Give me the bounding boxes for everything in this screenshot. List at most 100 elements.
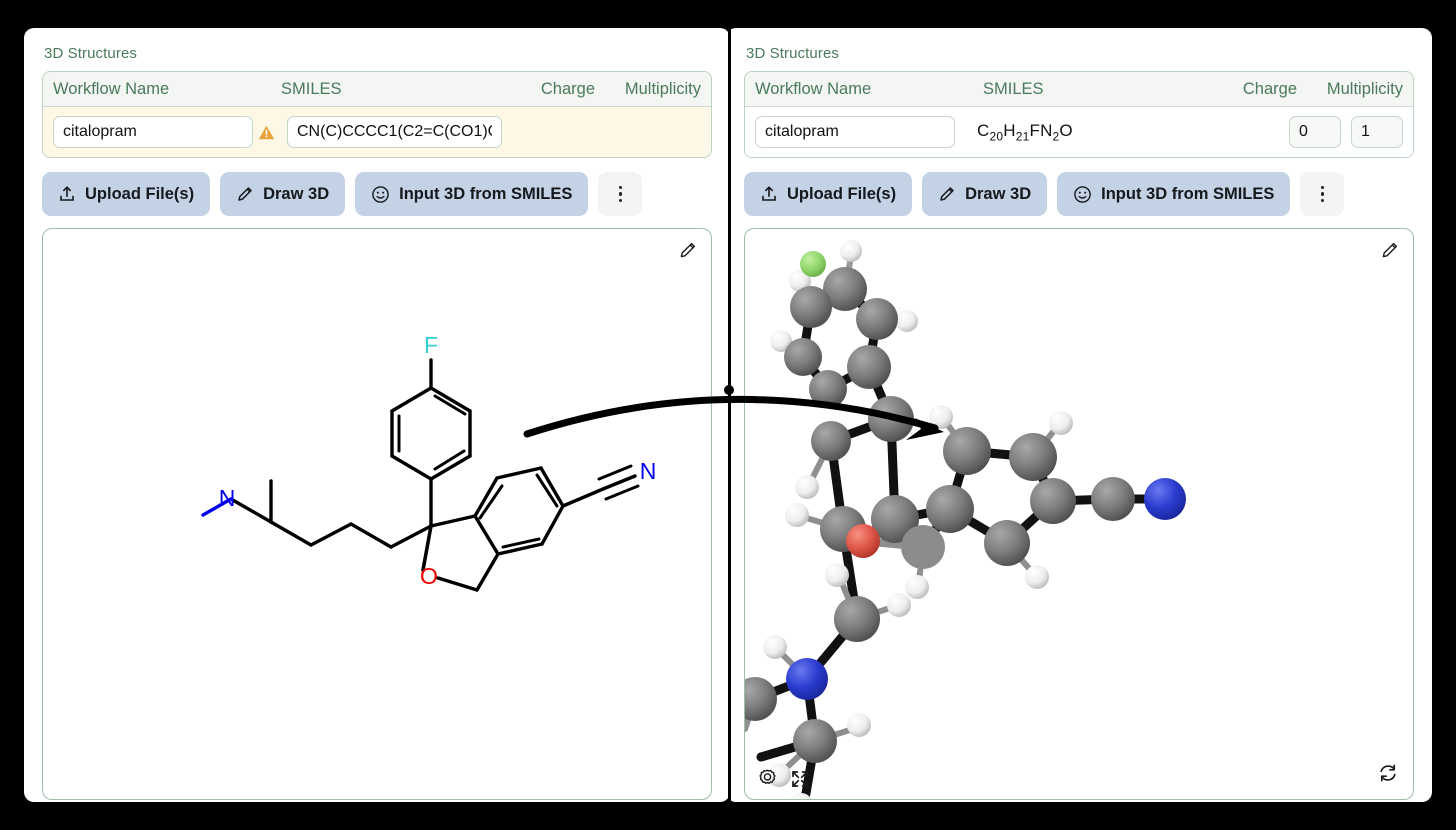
structure-viewer-3d[interactable] xyxy=(744,228,1414,800)
refresh-icon[interactable] xyxy=(1377,762,1399,789)
atom-nitrogen xyxy=(1144,478,1186,520)
workflow-name-input[interactable]: citalopram xyxy=(53,116,253,148)
structure-viewer-2d[interactable]: N F O N xyxy=(42,228,712,800)
atom-carbon xyxy=(1091,477,1135,521)
workflow-name-input[interactable]: citalopram xyxy=(755,116,955,148)
app-root: 3D Structures Workflow Name SMILES Charg… xyxy=(0,0,1456,830)
upload-icon xyxy=(58,185,76,203)
panel-right: 3D Structures Workflow Name SMILES Charg… xyxy=(726,28,1432,802)
atom-hydrogen xyxy=(847,713,871,737)
atom-hydrogen xyxy=(763,635,787,659)
input-3d-from-smiles-label: Input 3D from SMILES xyxy=(399,184,573,203)
col-header-workflow-name: Workflow Name xyxy=(755,79,872,98)
formula-subscript: 20 xyxy=(989,129,1004,144)
kebab-dot xyxy=(618,192,623,196)
input-3d-from-smiles-label: Input 3D from SMILES xyxy=(1101,184,1275,203)
panel-right-title: 3D Structures xyxy=(746,45,839,62)
charge-input[interactable]: 0 xyxy=(1289,116,1341,148)
panel-left: 3D Structures Workflow Name SMILES Charg… xyxy=(24,28,730,802)
kebab-dot xyxy=(1320,192,1325,196)
atom-carbon xyxy=(811,421,851,461)
atom-carbon xyxy=(745,677,777,721)
formula-element: O xyxy=(1059,120,1073,140)
atom-carbon xyxy=(809,370,847,408)
formula-element: C xyxy=(977,120,990,140)
draw-3d-label: Draw 3D xyxy=(263,184,330,203)
formula-element: N xyxy=(1040,120,1053,140)
atom-carbon xyxy=(926,485,974,533)
gear-icon[interactable] xyxy=(757,768,778,789)
formula-subscript: 21 xyxy=(1015,129,1030,144)
atom-carbon xyxy=(1030,478,1076,524)
workflow-name-value: citalopram xyxy=(63,123,137,140)
draw-3d-label: Draw 3D xyxy=(965,184,1032,203)
viewer-tools xyxy=(757,768,810,789)
upload-files-button[interactable]: Upload File(s) xyxy=(42,172,211,216)
upload-files-label: Upload File(s) xyxy=(85,184,195,203)
col-header-charge: Charge xyxy=(1242,79,1297,98)
smiley-face-icon xyxy=(1073,185,1092,204)
more-options-button[interactable] xyxy=(1300,172,1345,216)
multiplicity-value: 1 xyxy=(1361,123,1370,140)
upload-icon xyxy=(760,185,778,203)
structures-table-left: Workflow Name SMILES Charge Multiplicity… xyxy=(42,71,712,158)
atom-hydrogen xyxy=(795,475,819,499)
atom-carbon xyxy=(784,338,822,376)
multiplicity-input[interactable]: 1 xyxy=(1351,116,1403,148)
toolbar-right: Upload File(s) Draw 3D Input 3D from SMI… xyxy=(744,172,1414,216)
formula-element: H xyxy=(1003,120,1016,140)
kebab-dot xyxy=(618,198,623,203)
input-3d-from-smiles-button[interactable]: Input 3D from SMILES xyxy=(1057,172,1291,216)
workflow-name-value: citalopram xyxy=(765,123,839,140)
atom-hydrogen xyxy=(785,503,809,527)
col-header-smiles: SMILES xyxy=(281,79,342,98)
more-options-button[interactable] xyxy=(598,172,643,216)
kebab-dot xyxy=(1320,185,1325,190)
atom-carbon xyxy=(847,345,891,389)
table-row: citalopram CN(C)CCCC1(C2=C(CO1)C=C(C=C2)… xyxy=(43,107,711,157)
atom-hydrogen xyxy=(840,240,862,262)
molecule-2d-sketch: N F O N xyxy=(201,332,657,592)
table-header-row-right: Workflow Name SMILES Charge Multiplicity xyxy=(745,72,1413,107)
draw-3d-button[interactable]: Draw 3D xyxy=(220,172,346,216)
smiley-face-icon xyxy=(371,185,390,204)
input-3d-from-smiles-button[interactable]: Input 3D from SMILES xyxy=(355,172,589,216)
atom-hydrogen xyxy=(896,310,918,332)
smiles-value: CN(C)CCCC1(C2=C(CO1)C=C(C=C2)C#N)C3=CC=C… xyxy=(297,123,492,140)
vertical-black-divider xyxy=(728,0,731,830)
table-row: citalopram C20H21FN2O 0 1 xyxy=(745,107,1413,157)
expand-arrows-icon[interactable] xyxy=(790,769,810,789)
atom-carbon xyxy=(793,719,837,763)
upload-files-button[interactable]: Upload File(s) xyxy=(744,172,913,216)
kebab-dot xyxy=(618,185,623,190)
panel-left-title: 3D Structures xyxy=(44,45,137,62)
pencil-icon xyxy=(938,185,956,203)
atom-hydrogen xyxy=(929,405,953,429)
warning-triangle-icon xyxy=(253,124,279,141)
draw-3d-button[interactable]: Draw 3D xyxy=(922,172,1048,216)
upload-files-label: Upload File(s) xyxy=(787,184,897,203)
atom-hydrogen xyxy=(1025,565,1049,589)
atom-carbon xyxy=(790,286,832,328)
atom-oxygen xyxy=(846,524,880,558)
col-header-charge: Charge xyxy=(540,79,595,98)
atom-label-nitrile-n: N xyxy=(640,458,657,484)
charge-value: 0 xyxy=(1299,123,1308,140)
atom-hydrogen xyxy=(905,575,929,599)
col-header-multiplicity: Multiplicity xyxy=(1326,79,1403,98)
atom-hydrogen xyxy=(887,593,911,617)
pencil-icon xyxy=(236,185,254,203)
atom-label-o: O xyxy=(420,563,438,589)
atom-hydrogen xyxy=(1049,411,1073,435)
table-header-row-left: Workflow Name SMILES Charge Multiplicity xyxy=(43,72,711,107)
col-header-multiplicity: Multiplicity xyxy=(624,79,701,98)
atom-carbon xyxy=(834,596,880,642)
col-header-smiles: SMILES xyxy=(983,79,1044,98)
molecule-3d-ball-and-stick xyxy=(745,240,1186,799)
smiles-input[interactable]: CN(C)CCCC1(C2=C(CO1)C=C(C=C2)C#N)C3=CC=C… xyxy=(287,116,502,148)
atom-nitrogen xyxy=(786,658,828,700)
atom-carbon xyxy=(901,525,945,569)
atom-carbon xyxy=(984,520,1030,566)
molecular-formula: C20H21FN2O xyxy=(977,121,1073,143)
atom-carbon xyxy=(868,396,914,442)
